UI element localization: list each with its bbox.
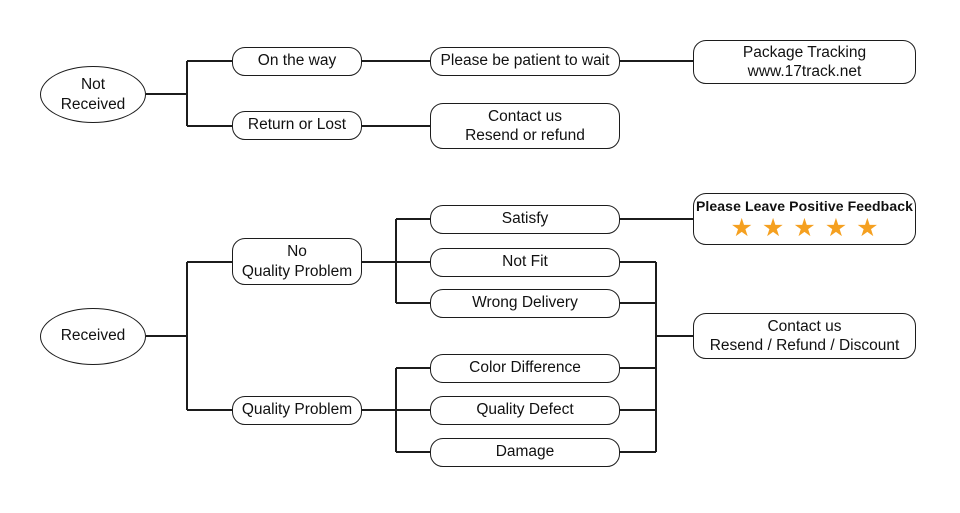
node-damage[interactable]: Damage — [430, 438, 620, 467]
node-return-or-lost[interactable]: Return or Lost — [232, 111, 362, 140]
node-satisfy[interactable]: Satisfy — [430, 205, 620, 234]
star-icon[interactable]: ★ — [825, 215, 847, 241]
node-please-be-patient-to-wait[interactable]: Please be patient to wait — [430, 47, 620, 76]
node-contact-us-resend-refund-discount[interactable]: Contact us Resend / Refund / Discount — [693, 313, 916, 359]
node-not-fit[interactable]: Not Fit — [430, 248, 620, 277]
star-icon[interactable]: ★ — [730, 215, 752, 241]
node-on-the-way[interactable]: On the way — [232, 47, 362, 76]
node-received[interactable]: Received — [40, 308, 146, 365]
node-color-difference[interactable]: Color Difference — [430, 354, 620, 383]
node-no-quality-problem[interactable]: No Quality Problem — [232, 238, 362, 285]
star-icon[interactable]: ★ — [856, 215, 878, 241]
node-contact-us-resend-or-refund[interactable]: Contact us Resend or refund — [430, 103, 620, 149]
node-wrong-delivery[interactable]: Wrong Delivery — [430, 289, 620, 318]
star-icon[interactable]: ★ — [762, 215, 784, 241]
node-not-received[interactable]: Not Received — [40, 66, 146, 123]
node-quality-problem[interactable]: Quality Problem — [232, 396, 362, 425]
flowchart-canvas: Not Received On the way Please be patien… — [0, 0, 960, 513]
node-quality-defect[interactable]: Quality Defect — [430, 396, 620, 425]
star-rating[interactable]: ★ ★ ★ ★ ★ — [730, 215, 878, 241]
star-icon[interactable]: ★ — [793, 215, 815, 241]
feedback-label: Please Leave Positive Feedback — [695, 197, 913, 214]
node-package-tracking[interactable]: Package Tracking www.17track.net — [693, 40, 916, 84]
node-leave-positive-feedback[interactable]: Please Leave Positive Feedback ★ ★ ★ ★ ★ — [693, 193, 916, 245]
